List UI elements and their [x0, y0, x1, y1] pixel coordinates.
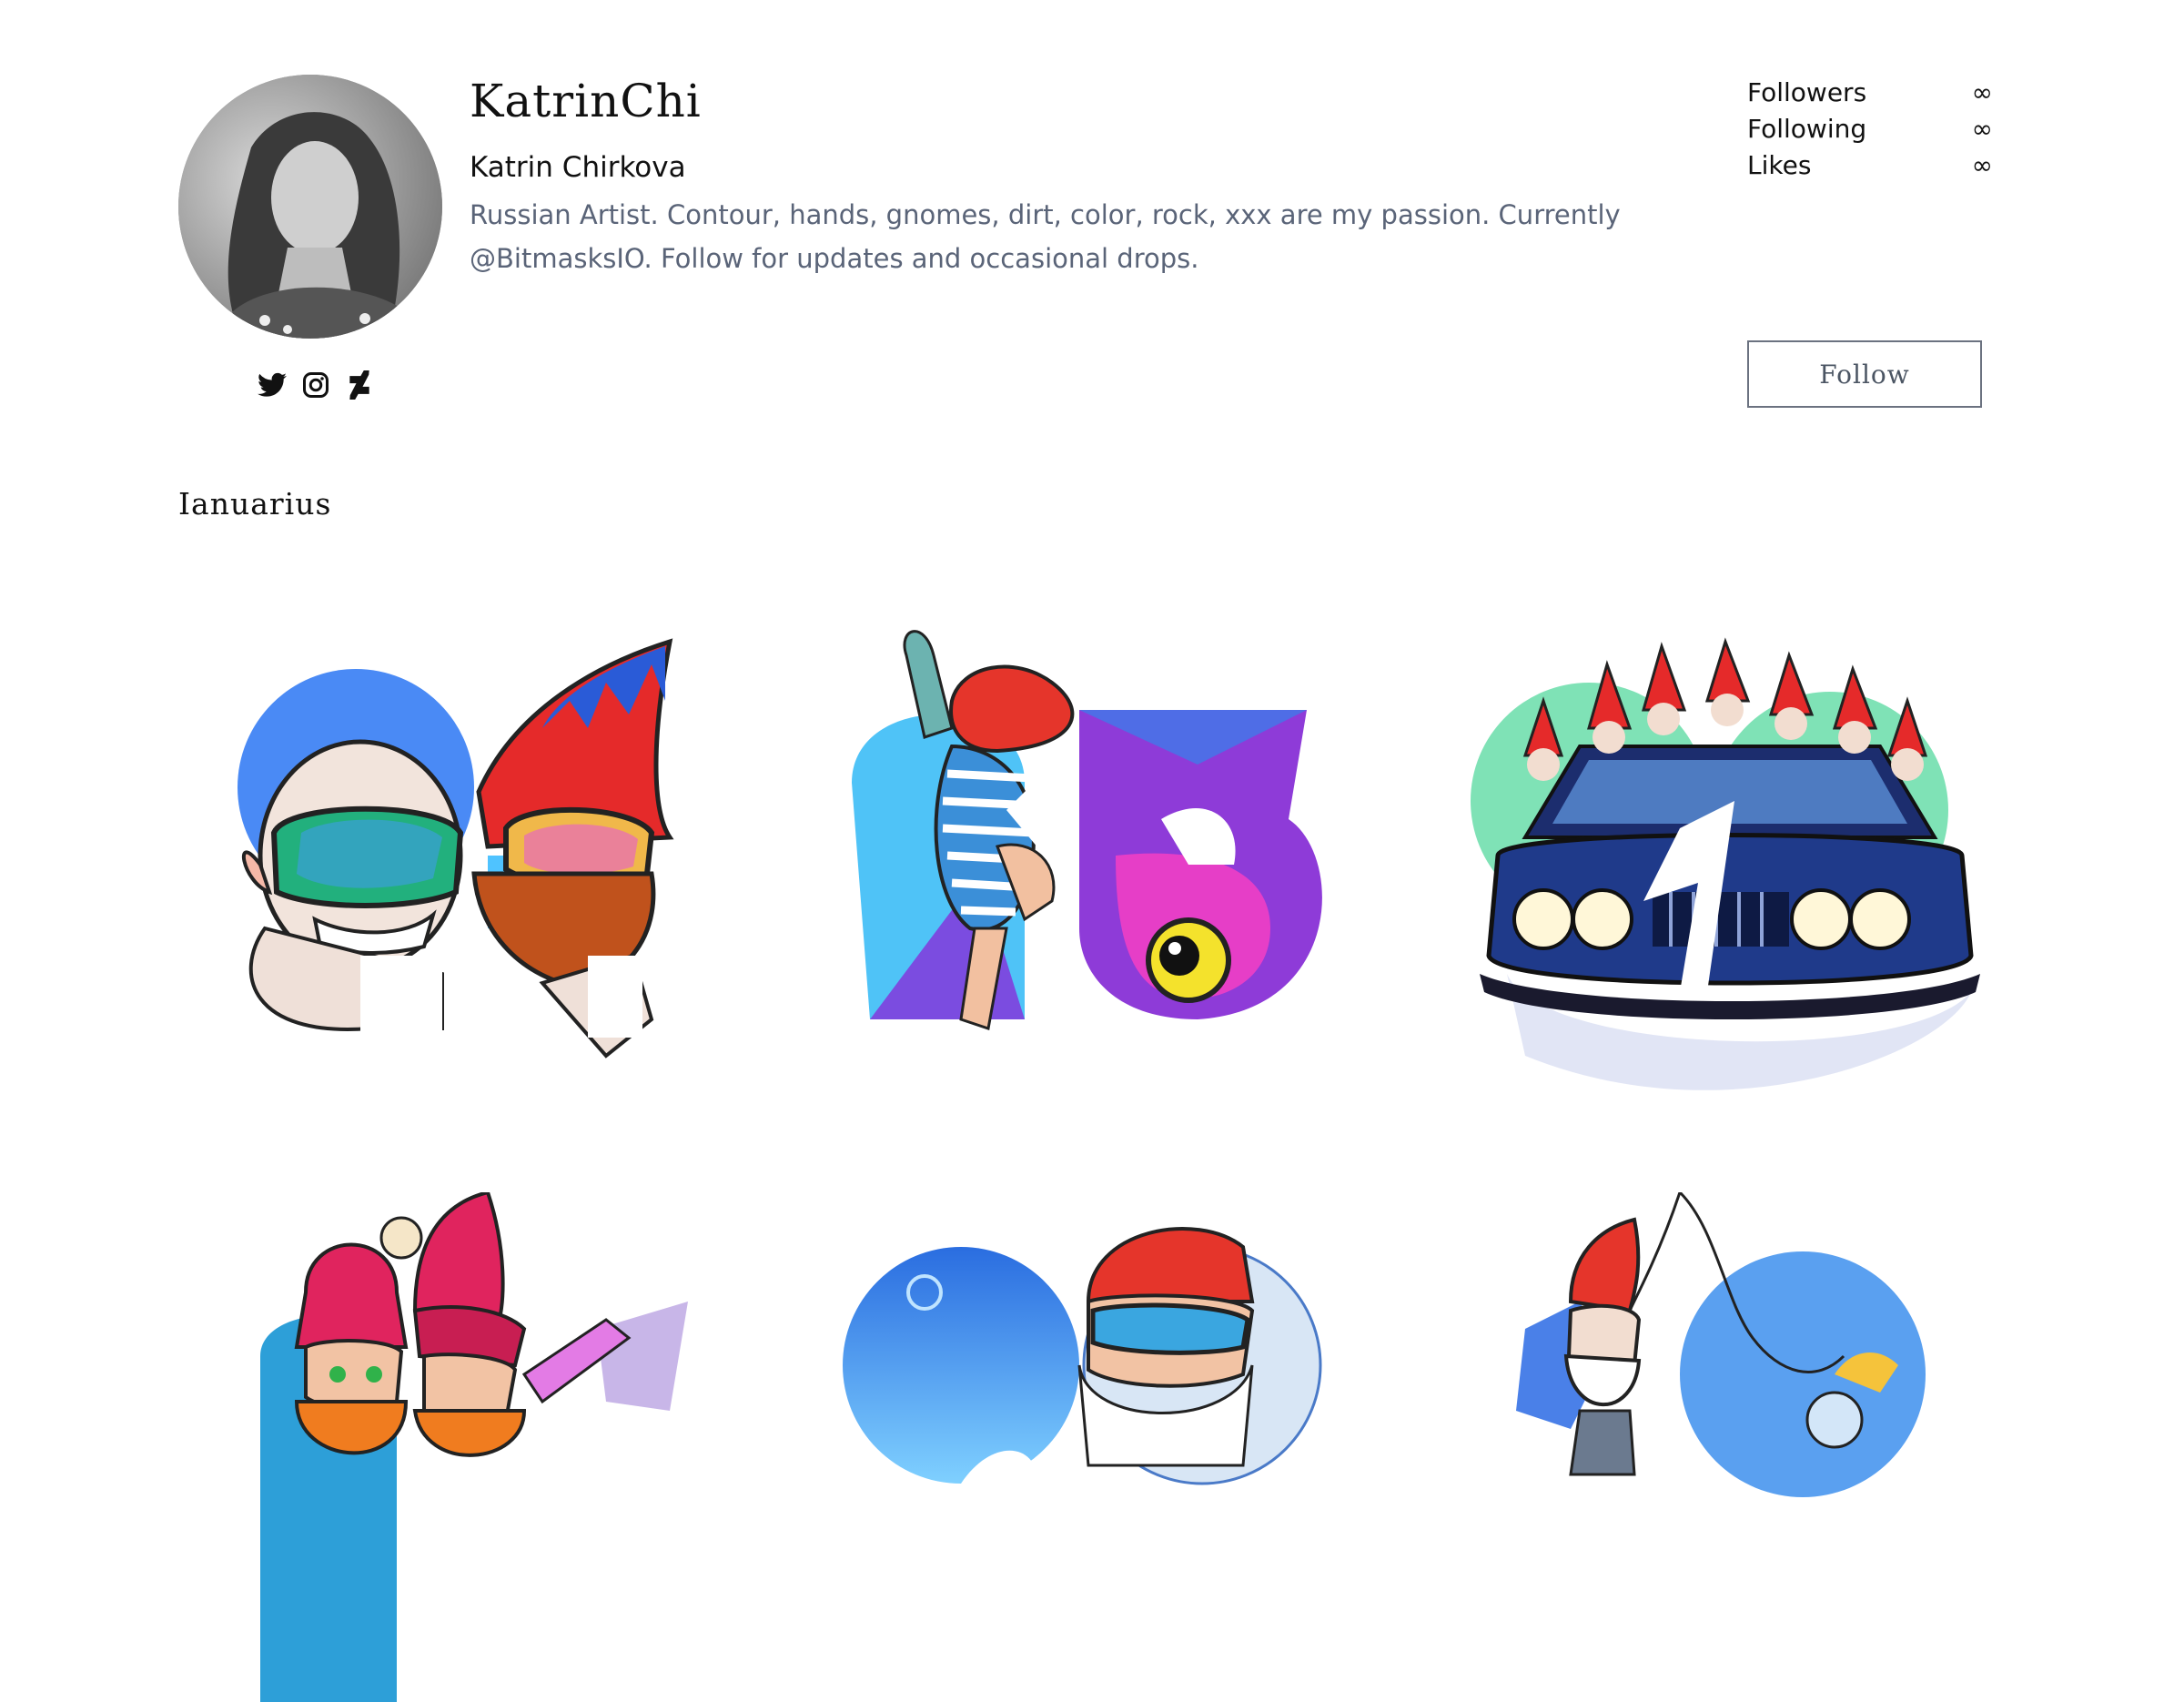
twitter-icon[interactable] — [257, 370, 288, 400]
artwork-22-image — [1471, 637, 1980, 1090]
avatar — [178, 75, 442, 339]
follow-button[interactable]: Follow — [1747, 340, 1982, 408]
artwork-card-22[interactable] — [1452, 628, 2007, 1138]
stat-value: ∞ — [1971, 77, 1993, 107]
artwork-20-image — [843, 1227, 1322, 1502]
artwork-23-image — [852, 630, 1322, 1030]
social-links — [257, 370, 375, 400]
artwork-card-23[interactable] — [815, 628, 1370, 1138]
deviantart-icon[interactable] — [344, 370, 375, 400]
artwork-card-20[interactable] — [815, 1192, 1370, 1702]
stat-label: Likes — [1747, 150, 1812, 180]
stat-label: Followers — [1747, 77, 1867, 107]
artwork-card-21[interactable] — [178, 1192, 733, 1702]
stat-following[interactable]: Following ∞ — [1747, 111, 1993, 147]
bio: Russian Artist. Contour, hands, gnomes, … — [470, 199, 1621, 274]
section-title: Ianuarius — [178, 486, 332, 522]
stat-value: ∞ — [1971, 114, 1993, 144]
stat-likes[interactable]: Likes ∞ — [1747, 147, 1993, 184]
artwork-24-image — [238, 638, 674, 1059]
artwork-19-image — [1516, 1192, 1926, 1497]
artwork-card-24[interactable] — [178, 628, 733, 1138]
full-name: Katrin Chirkova — [470, 151, 686, 184]
username: KatrinChi — [470, 75, 702, 127]
stat-value: ∞ — [1971, 150, 1993, 180]
artwork-card-19[interactable] — [1452, 1192, 2007, 1702]
stat-label: Following — [1747, 114, 1867, 144]
instagram-icon[interactable] — [300, 370, 331, 400]
artwork-21-image — [260, 1192, 688, 1702]
stat-followers[interactable]: Followers ∞ — [1747, 75, 1993, 111]
stats-panel: Followers ∞ Following ∞ Likes ∞ — [1747, 75, 1993, 184]
